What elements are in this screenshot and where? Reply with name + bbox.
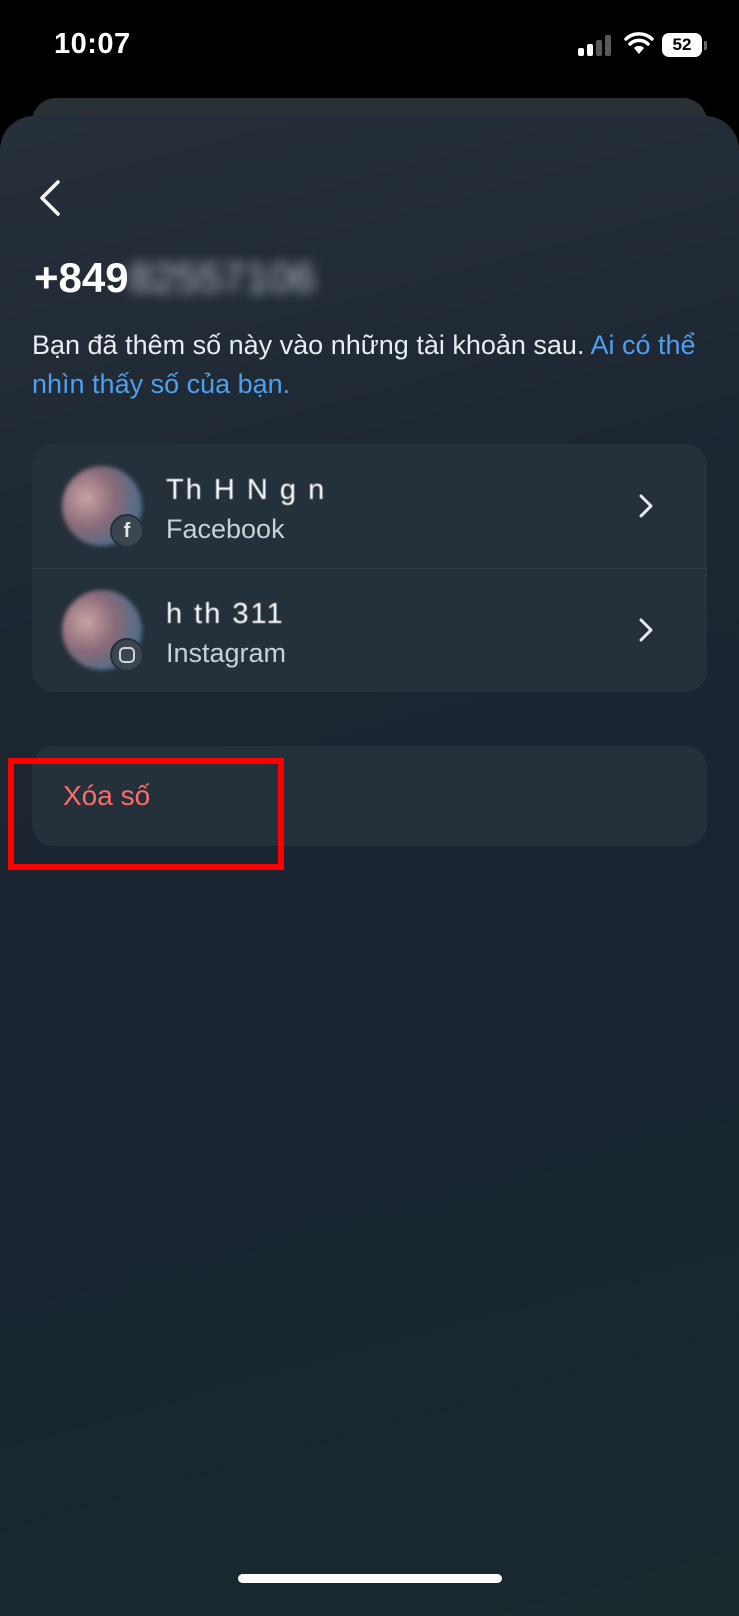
phone-number-title: +84982557106 xyxy=(34,254,315,302)
status-time: 10:07 xyxy=(54,28,131,60)
account-row-facebook[interactable]: Th H N g n Facebook xyxy=(32,444,707,569)
home-indicator[interactable] xyxy=(238,1574,502,1583)
facebook-icon xyxy=(110,514,144,548)
highlight-box xyxy=(8,758,284,870)
account-platform: Facebook xyxy=(166,514,285,544)
account-name: Th H N g n xyxy=(166,474,327,506)
phone-prefix: +849 xyxy=(34,254,129,301)
signal-icon xyxy=(578,34,614,56)
instagram-icon xyxy=(110,638,144,672)
description: Bạn đã thêm số này vào những tài khoản s… xyxy=(32,326,708,404)
battery-icon: 52 xyxy=(662,33,702,57)
back-button[interactable] xyxy=(34,178,68,218)
chevron-right-icon xyxy=(639,494,653,518)
wifi-icon xyxy=(624,32,654,54)
battery-cap xyxy=(704,41,707,50)
account-platform: Instagram xyxy=(166,638,287,668)
accounts-list: Th H N g n Facebook h th 311 Instagram xyxy=(32,444,707,692)
account-row-instagram[interactable]: h th 311 Instagram xyxy=(32,568,707,692)
chevron-right-icon xyxy=(639,618,653,642)
description-text: Bạn đã thêm số này vào những tài khoản s… xyxy=(32,330,591,360)
account-name: h th 311 xyxy=(166,598,285,630)
status-bar: 10:07 52 xyxy=(0,0,739,92)
phone-hidden-digits: 82557106 xyxy=(128,254,316,301)
